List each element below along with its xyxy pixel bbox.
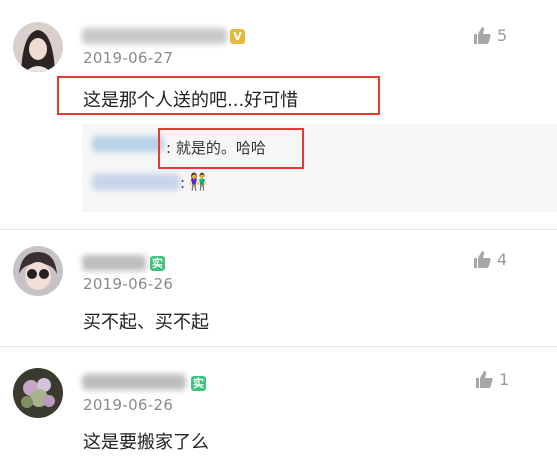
avatar[interactable] — [13, 368, 63, 418]
reply-text: : — [180, 174, 186, 192]
reply-username-blurred[interactable] — [92, 136, 164, 152]
like-button[interactable]: 1 — [475, 370, 509, 389]
username-blurred[interactable] — [82, 28, 227, 44]
comment-date: 2019-06-27 — [83, 49, 174, 67]
vip-badge-icon: V — [230, 29, 245, 44]
comment-text[interactable]: 买不起、买不起 — [83, 308, 209, 334]
reply-username-blurred[interactable] — [92, 174, 180, 190]
avatar[interactable] — [13, 22, 63, 72]
like-button[interactable]: 4 — [473, 250, 507, 269]
highlight-box — [158, 128, 304, 169]
highlight-box — [57, 76, 380, 115]
thumbs-up-icon — [474, 251, 491, 268]
comment-text[interactable]: 这是要搬家了么 — [83, 428, 209, 454]
like-count: 5 — [497, 26, 508, 45]
couple-emoji: 👫 — [188, 172, 208, 191]
divider — [0, 346, 557, 347]
verified-badge-icon: 实 — [191, 376, 206, 391]
username-blurred[interactable] — [82, 255, 146, 271]
avatar[interactable] — [13, 246, 63, 296]
verified-badge-icon: 实 — [150, 256, 165, 271]
thumbs-up-icon — [474, 27, 491, 44]
like-button[interactable]: 5 — [473, 26, 507, 45]
divider — [0, 229, 557, 230]
like-count: 1 — [499, 370, 510, 389]
thumbs-up-icon — [476, 371, 493, 388]
like-count: 4 — [497, 250, 508, 269]
comment-date: 2019-06-26 — [83, 275, 174, 293]
username-blurred[interactable] — [82, 374, 186, 390]
comment-date: 2019-06-26 — [83, 396, 174, 414]
